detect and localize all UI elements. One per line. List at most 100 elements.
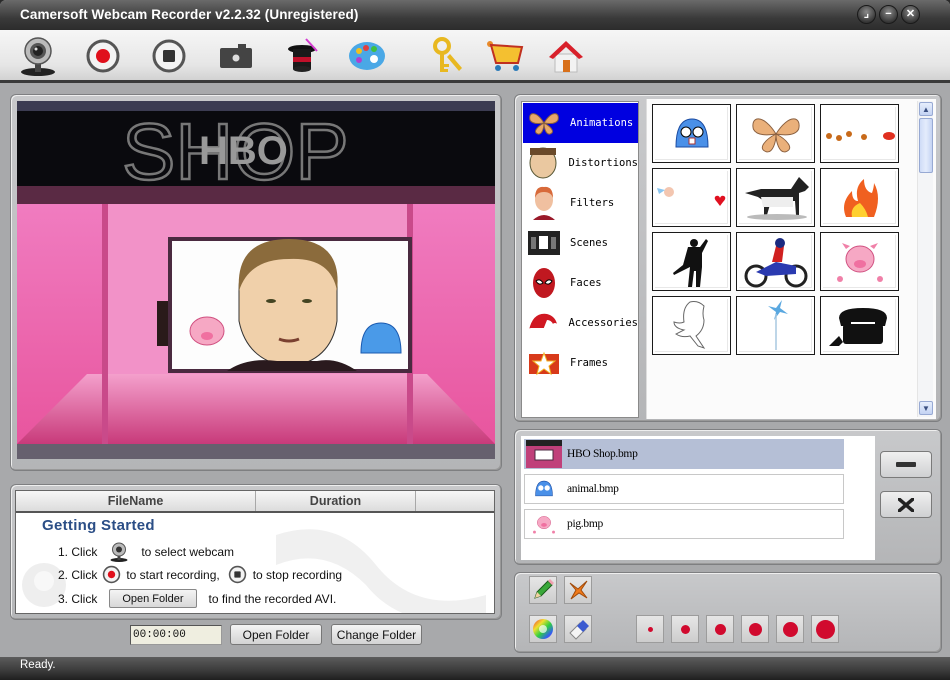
cross-tool-icon: [569, 580, 588, 600]
thumb-butterfly[interactable]: [736, 104, 815, 163]
category-animations[interactable]: Animations: [523, 103, 638, 143]
category-label: Accessories: [568, 317, 638, 329]
eraser-tool-button[interactable]: [564, 615, 592, 643]
category-scenes[interactable]: Scenes: [523, 223, 638, 263]
brush-size-5-button[interactable]: [776, 615, 804, 643]
close-button[interactable]: ✕: [901, 5, 920, 24]
open-folder-button[interactable]: Open Folder: [230, 624, 322, 645]
category-distortions[interactable]: Distortions: [523, 143, 638, 183]
thumb-cupid-heart[interactable]: [652, 168, 731, 227]
home-button[interactable]: [544, 34, 588, 78]
category-label: Frames: [570, 357, 608, 369]
main-toolbar: [0, 30, 950, 83]
home-icon: [549, 41, 583, 73]
keys-icon: [433, 37, 462, 72]
category-filters[interactable]: Filters: [523, 183, 638, 223]
palette-button[interactable]: [345, 34, 389, 78]
distorted-face-icon: [529, 147, 557, 179]
thumb-dancer-silhouette[interactable]: [652, 232, 731, 291]
color-wheel-icon: [533, 619, 553, 639]
scroll-thumb[interactable]: [919, 118, 933, 173]
close-icon: [898, 497, 914, 512]
category-faces[interactable]: Faces: [523, 263, 638, 303]
blue-blob-icon: [674, 117, 709, 147]
getting-started-step-1: 1. Click to select webcam: [58, 541, 234, 563]
minimize-button[interactable]: −: [879, 5, 898, 24]
change-folder-button[interactable]: Change Folder: [331, 624, 422, 645]
step-text: to select webcam: [141, 545, 235, 559]
record-icon: [86, 39, 120, 73]
app-window: Camersoft Webcam Recorder v2.2.32 (Unreg…: [0, 0, 950, 680]
running-animals-icon: [825, 130, 895, 141]
table-header: FileName Duration: [16, 491, 494, 513]
star-frame-icon: [529, 351, 559, 376]
register-button[interactable]: [426, 34, 470, 78]
thumb-pinwheel[interactable]: [736, 296, 815, 355]
preview-scene: SHOP HBO: [17, 101, 495, 459]
pencil-tool-button[interactable]: [529, 576, 557, 604]
thumb-husky-dog[interactable]: [736, 168, 815, 227]
column-header-filename[interactable]: FileName: [16, 491, 256, 511]
layer-item-animal[interactable]: animal.bmp: [524, 474, 844, 504]
scroll-up-button[interactable]: ▲: [919, 102, 933, 116]
layer-name: animal.bmp: [567, 483, 619, 495]
magic-hat-icon: [288, 38, 318, 72]
thumb-pink-pig[interactable]: [820, 232, 899, 291]
brush-size-3-button[interactable]: [706, 615, 734, 643]
getting-started-step-2: 2. Click to start recording, to stop rec…: [58, 565, 342, 584]
effects-button[interactable]: [280, 34, 324, 78]
face-icon: [533, 186, 555, 220]
recordings-table: FileName Duration Getting Started 1. Cli…: [15, 490, 495, 614]
step-text: to stop recording: [252, 567, 343, 582]
thumb-blue-blob[interactable]: [652, 104, 731, 163]
category-label: Scenes: [570, 237, 608, 249]
stop-icon: [228, 565, 246, 584]
recording-timer: 00:00:00: [130, 625, 222, 645]
layer-item-pig[interactable]: pig.bmp: [524, 509, 844, 539]
brush-size-1-button[interactable]: [636, 615, 664, 643]
restore-button[interactable]: ⌟: [857, 5, 876, 24]
thumb-fire[interactable]: [820, 168, 899, 227]
brush-size-4-button[interactable]: [741, 615, 769, 643]
thumbnail-scrollbar[interactable]: ▲ ▼: [917, 101, 933, 417]
brush-size-6-button[interactable]: [811, 615, 839, 643]
camera-icon: [220, 44, 252, 68]
scene-icon: [528, 231, 560, 255]
status-text: Ready.: [20, 659, 56, 671]
webcam-preview[interactable]: SHOP HBO: [17, 101, 495, 459]
shape-tool-button[interactable]: [564, 576, 592, 604]
buy-button[interactable]: [484, 34, 528, 78]
pinwheel-icon: [767, 299, 788, 350]
brush-dot-icon: [714, 623, 726, 635]
getting-started-step-3: 3. Click Open Folder to find the recorde…: [58, 589, 336, 608]
thumb-telephone[interactable]: [820, 296, 899, 355]
snapshot-button[interactable]: [214, 34, 258, 78]
column-header-duration[interactable]: Duration: [256, 491, 416, 511]
thumb-motorbike-rider[interactable]: [736, 232, 815, 291]
webcam-button[interactable]: [16, 34, 60, 78]
layer-name: HBO Shop.bmp: [567, 448, 638, 460]
title-bar[interactable]: Camersoft Webcam Recorder v2.2.32 (Unreg…: [0, 0, 950, 30]
butterfly-icon: [529, 113, 559, 135]
inline-open-folder-button[interactable]: Open Folder: [109, 589, 197, 608]
category-accessories[interactable]: Accessories: [523, 303, 638, 343]
delete-layer-button[interactable]: [880, 491, 932, 518]
thumb-running-animals[interactable]: [820, 104, 899, 163]
layer-item-hbo-shop[interactable]: HBO Shop.bmp: [524, 439, 844, 469]
pencil-icon: [534, 579, 554, 599]
remove-layer-button[interactable]: [880, 451, 932, 478]
layers-list: HBO Shop.bmp animal.bmp pig.bmp: [521, 436, 875, 560]
brush-dot-icon: [748, 622, 762, 636]
cupid-heart-icon: [656, 186, 725, 206]
stop-icon: [152, 39, 186, 73]
mask-icon: [533, 268, 555, 298]
dancer-silhouette-icon: [672, 238, 708, 287]
thumb-dove-outline[interactable]: [652, 296, 731, 355]
category-frames[interactable]: Frames: [523, 343, 638, 383]
brush-size-2-button[interactable]: [671, 615, 699, 643]
color-picker-button[interactable]: [529, 615, 557, 643]
scroll-down-button[interactable]: ▼: [919, 401, 933, 415]
stop-button[interactable]: [147, 34, 191, 78]
step-text: 1. Click: [58, 545, 98, 559]
record-button[interactable]: [81, 34, 125, 78]
